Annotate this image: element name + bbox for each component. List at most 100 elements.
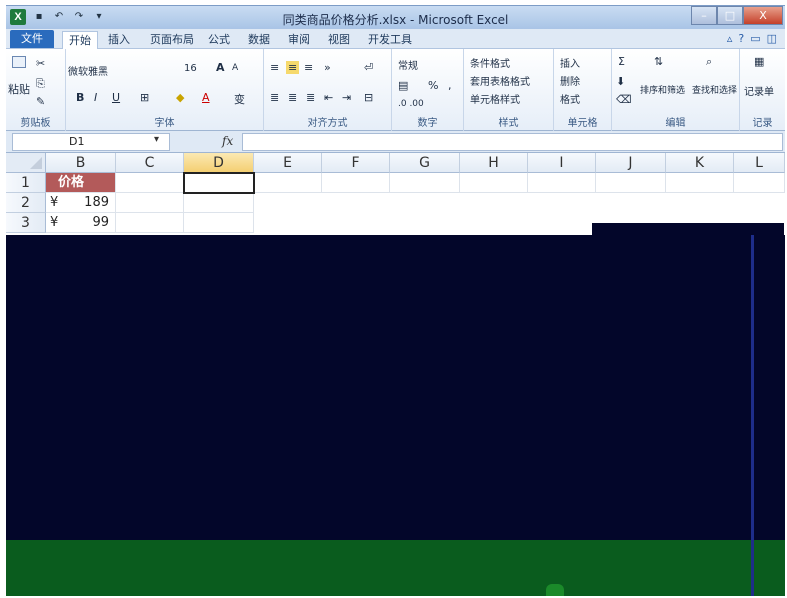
delete-cells-button[interactable]: 删除 (560, 73, 580, 88)
tab-insert[interactable]: 插入 (102, 31, 136, 49)
find-select-icon[interactable]: ⌕ (706, 55, 712, 69)
cell-b1[interactable]: 价格 (46, 173, 116, 193)
tab-file[interactable]: 文件 (10, 30, 54, 48)
column-header-c[interactable]: C (116, 153, 184, 173)
column-header-g[interactable]: G (390, 153, 460, 173)
help-icon[interactable]: ? (738, 32, 744, 45)
form-button[interactable]: 记录单 (744, 83, 774, 98)
align-top-icon[interactable]: ≡ (270, 61, 279, 74)
italic-button[interactable]: I (94, 91, 97, 104)
borders-icon[interactable]: ⊞ (140, 91, 149, 104)
column-header-j[interactable]: J (596, 153, 666, 173)
number-format-dropdown[interactable]: 常规 (398, 57, 418, 72)
ribbon-collapse-icon[interactable]: ▵ (727, 32, 733, 45)
font-color-button[interactable]: A (202, 91, 210, 104)
wrap-text-icon[interactable]: ⏎ (364, 61, 373, 74)
conditional-format-button[interactable]: 条件格式 (470, 55, 510, 70)
fill-icon[interactable]: ⬇ (616, 75, 625, 88)
cell-f1[interactable] (322, 173, 390, 193)
column-header-d[interactable]: D (184, 153, 254, 173)
column-header-i[interactable]: I (528, 153, 596, 173)
window-restore-icon[interactable]: ◫ (767, 32, 777, 45)
cell-i1[interactable] (528, 173, 596, 193)
column-header-l[interactable]: L (734, 153, 785, 173)
find-select-button[interactable]: 查找和选择 (692, 83, 737, 96)
orientation-icon[interactable]: » (324, 61, 331, 74)
minimize-button[interactable]: – (691, 6, 717, 25)
cell-b3[interactable]: ¥ 99 (46, 213, 116, 233)
name-box-dropdown-icon[interactable]: ▾ (154, 134, 159, 145)
comma-button[interactable]: , (448, 79, 452, 92)
paste-icon[interactable] (12, 55, 26, 68)
cell-g1[interactable] (390, 173, 460, 193)
clear-icon[interactable]: ⌫ (616, 93, 632, 106)
cell-c2[interactable] (116, 193, 184, 213)
cell-h1[interactable] (460, 173, 528, 193)
insert-function-button[interactable]: fx (222, 134, 233, 148)
decimal-buttons[interactable]: .0 .00 (398, 99, 424, 109)
column-header-f[interactable]: F (322, 153, 390, 173)
underline-button[interactable]: U (112, 91, 120, 104)
format-painter-icon[interactable]: ✎ (36, 95, 45, 108)
column-header-e[interactable]: E (254, 153, 322, 173)
maximize-button[interactable]: □ (717, 6, 743, 25)
autosum-button[interactable]: Σ (618, 55, 625, 68)
tab-data[interactable]: 数据 (242, 31, 276, 49)
window-min-icon[interactable]: ▭ (750, 32, 760, 45)
cell-b2[interactable]: ¥ 189 (46, 193, 116, 213)
cell-k1[interactable] (666, 173, 734, 193)
form-icon[interactable]: ▦ (754, 55, 764, 68)
formula-input[interactable] (242, 133, 783, 151)
increase-indent-icon[interactable]: ⇥ (342, 91, 351, 104)
accounting-format-icon[interactable]: ▤ (398, 79, 408, 92)
cell-c3[interactable] (116, 213, 184, 233)
cell-d3[interactable] (184, 213, 254, 233)
percent-button[interactable]: % (428, 79, 438, 92)
active-cell-d1[interactable] (183, 172, 255, 194)
sort-filter-button[interactable]: 排序和筛选 (640, 83, 685, 96)
row-header-2[interactable]: 2 (6, 193, 46, 213)
cell-c1[interactable] (116, 173, 184, 193)
tab-review[interactable]: 审阅 (282, 31, 316, 49)
insert-cells-button[interactable]: 插入 (560, 55, 580, 70)
format-as-table-button[interactable]: 套用表格格式 (470, 73, 530, 88)
select-all-corner[interactable] (6, 153, 46, 173)
sort-filter-icon[interactable]: ⇅ (654, 55, 663, 68)
merge-center-icon[interactable]: ⊟ (364, 91, 373, 104)
cell-e1[interactable] (254, 173, 322, 193)
cell-styles-button[interactable]: 单元格样式 (470, 91, 520, 106)
fill-color-icon[interactable]: ◆ (176, 91, 184, 104)
copy-icon[interactable]: ⎘ (36, 77, 45, 91)
cell-d2[interactable] (184, 193, 254, 213)
close-button[interactable]: X (743, 6, 783, 25)
tab-formulas[interactable]: 公式 (202, 31, 236, 49)
tab-home[interactable]: 开始 (62, 31, 98, 49)
align-middle-icon[interactable]: ≡ (286, 61, 300, 74)
decrease-indent-icon[interactable]: ⇤ (324, 91, 333, 104)
grow-font-button[interactable]: A (216, 61, 225, 74)
row-header-3[interactable]: 3 (6, 213, 46, 233)
cell-j1[interactable] (596, 173, 666, 193)
column-header-b[interactable]: B (46, 153, 116, 173)
tab-developer[interactable]: 开发工具 (362, 31, 418, 49)
phonetic-button[interactable]: 变 (234, 91, 245, 107)
shrink-font-button[interactable]: A (232, 63, 238, 73)
tab-page-layout[interactable]: 页面布局 (144, 31, 200, 49)
align-left-icon[interactable]: ≣ (270, 91, 279, 104)
column-header-h[interactable]: H (460, 153, 528, 173)
font-name-dropdown[interactable]: 微软雅黑 (68, 63, 108, 78)
name-box[interactable]: D1 (12, 133, 170, 151)
align-center-icon[interactable]: ≣ (288, 91, 297, 104)
paste-button[interactable]: 粘贴 (8, 81, 30, 97)
group-number: 常规 ▤ % , .0 .00 数字 (392, 49, 464, 131)
column-header-k[interactable]: K (666, 153, 734, 173)
align-right-icon[interactable]: ≣ (306, 91, 315, 104)
format-cells-button[interactable]: 格式 (560, 91, 580, 106)
bold-button[interactable]: B (76, 91, 84, 104)
tab-view[interactable]: 视图 (322, 31, 356, 49)
font-size-dropdown[interactable]: 16 (184, 63, 197, 74)
cut-icon[interactable]: ✂ (36, 57, 45, 70)
align-bottom-icon[interactable]: ≡ (304, 61, 313, 74)
row-header-1[interactable]: 1 (6, 173, 46, 193)
cell-l1[interactable] (734, 173, 785, 193)
